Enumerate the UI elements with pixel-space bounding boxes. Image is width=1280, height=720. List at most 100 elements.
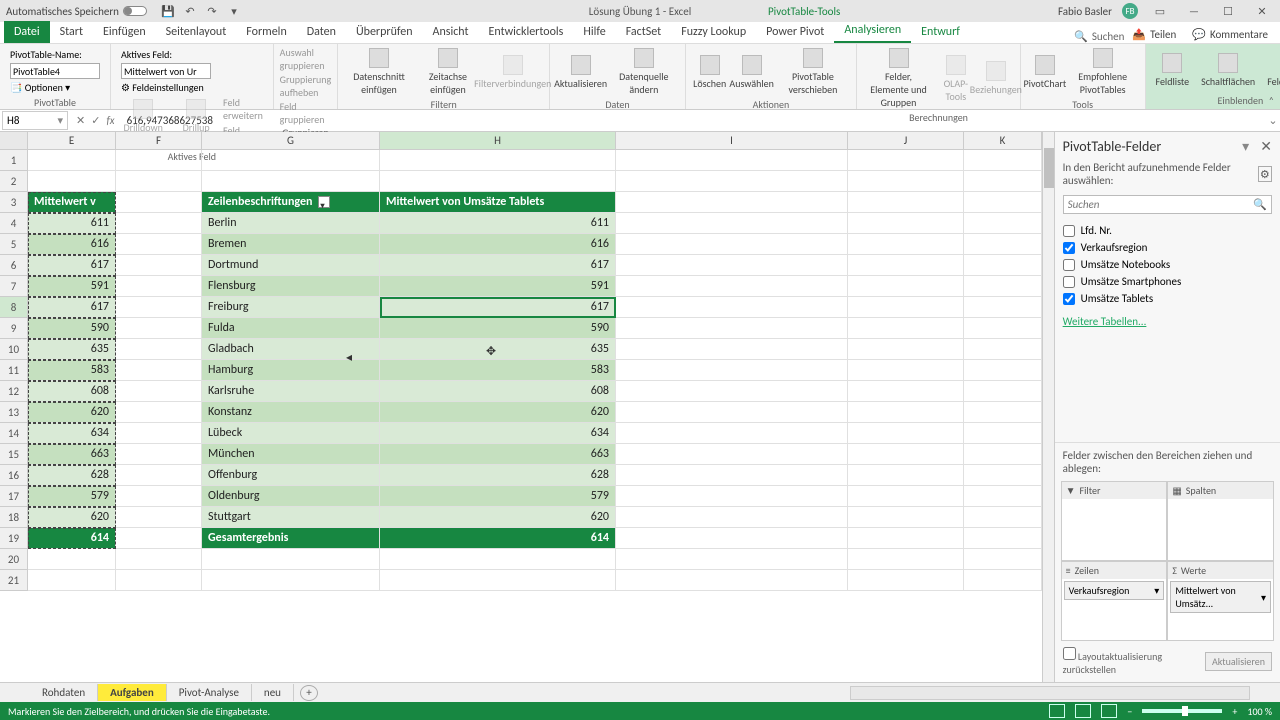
field-verkaufsregion[interactable]: Verkaufsregion [1063,239,1272,256]
vertical-scrollbar[interactable] [1042,132,1054,682]
zoom-out-icon[interactable]: − [1127,705,1132,718]
redo-icon[interactable]: ↷ [205,4,219,18]
change-source-button[interactable]: Datenquelle ändern [609,46,679,98]
tab-power pivot[interactable]: Power Pivot [756,21,834,43]
buttons-toggle[interactable]: Schaltflächen [1197,51,1259,90]
more-tables-link[interactable]: Weitere Tabellen... [1055,311,1280,332]
options-button[interactable]: 📑 Optionen ▾ [10,81,100,94]
name-box-dropdown-icon[interactable]: ▾ [57,114,63,127]
row-header-16[interactable]: 16 [0,465,28,486]
columns-area[interactable]: ▦Spalten [1167,481,1274,561]
column-header-K[interactable]: K [964,132,1042,149]
row-header-19[interactable]: 19 [0,528,28,549]
row-header-2[interactable]: 2 [0,171,28,192]
row-header-4[interactable]: 4 [0,213,28,234]
column-header-J[interactable]: J [848,132,964,149]
row-header-17[interactable]: 17 [0,486,28,507]
column-header-I[interactable]: I [616,132,848,149]
column-header-G[interactable]: G [202,132,380,149]
field-lfd.-nr.[interactable]: Lfd. Nr. [1063,222,1272,239]
ungroup-button[interactable]: Gruppierung aufheben [280,73,332,99]
insert-slicer-button[interactable]: Datenschnitt einfügen [344,46,414,98]
autosave-toggle[interactable] [123,6,147,16]
pivotchart-button[interactable]: PivotChart [1027,53,1063,92]
row-header-10[interactable]: 10 [0,339,28,360]
group-field-button[interactable]: Feld gruppieren [280,100,332,126]
close-icon[interactable]: ✕ [1250,3,1274,19]
tab-analysieren[interactable]: Analysieren [834,19,911,43]
clear-button[interactable]: Löschen [692,53,728,92]
expand-field-button[interactable]: Feld erweitern [223,96,267,122]
row-header-5[interactable]: 5 [0,234,28,255]
maximize-icon[interactable]: ☐ [1216,3,1240,19]
tab-fuzzy lookup[interactable]: Fuzzy Lookup [671,21,756,43]
column-header-F[interactable]: F [116,132,202,149]
row-header-12[interactable]: 12 [0,381,28,402]
tab-entwurf[interactable]: Entwurf [911,21,970,43]
row-header-13[interactable]: 13 [0,402,28,423]
cancel-formula-icon[interactable]: ✕ [76,114,85,127]
row-header-7[interactable]: 7 [0,276,28,297]
comments-button[interactable]: 💬 Kommentare [1184,26,1276,43]
relationships-button[interactable]: Beziehungen [978,59,1014,98]
spreadsheet-grid[interactable]: EFGHIJK 123Mittelwert vZeilenbeschriftun… [0,132,1042,682]
row-header-20[interactable]: 20 [0,549,28,570]
tab-einfügen[interactable]: Einfügen [93,21,156,43]
sheet-tab-neu[interactable]: neu [252,684,294,701]
row-labels-dropdown-icon[interactable] [318,196,330,208]
fieldpanel-gear-icon[interactable]: ⚙ [1258,166,1272,182]
tab-ansicht[interactable]: Ansicht [423,21,479,43]
row-header-14[interactable]: 14 [0,423,28,444]
field-umsätze-notebooks[interactable]: Umsätze Notebooks [1063,256,1272,273]
row-header-3[interactable]: 3 [0,192,28,213]
field-umsätze-smartphones[interactable]: Umsätze Smartphones [1063,273,1272,290]
select-all-corner[interactable] [0,132,28,149]
fieldpanel-close-icon[interactable]: ✕ [1260,138,1272,155]
row-header-18[interactable]: 18 [0,507,28,528]
normal-view-icon[interactable] [1049,704,1065,718]
qat-dropdown-icon[interactable]: ▾ [227,4,241,18]
expand-formula-bar-icon[interactable]: ⌄ [1266,114,1280,127]
sheet-tab-pivot-analyse[interactable]: Pivot-Analyse [167,684,252,701]
rows-area[interactable]: ≡Zeilen Verkaufsregion▾ [1061,561,1168,641]
fx-icon[interactable]: fx [106,114,114,127]
row-header-21[interactable]: 21 [0,570,28,591]
share-button[interactable]: 📤 Teilen [1124,26,1184,43]
filter-area[interactable]: ▼Filter [1061,481,1168,561]
move-pivottable-button[interactable]: PivotTable verschieben [776,46,851,98]
tab-formeln[interactable]: Formeln [236,21,296,43]
user-avatar[interactable]: FB [1122,3,1138,19]
undo-icon[interactable]: ↶ [183,4,197,18]
zoom-slider[interactable] [1142,709,1222,713]
olap-tools-button[interactable]: OLAP-Tools [938,53,974,105]
select-button[interactable]: Auswählen [732,53,772,92]
fieldpanel-search-input[interactable] [1064,196,1250,213]
save-icon[interactable]: 💾 [161,4,175,18]
ribbon-display-icon[interactable]: ▭ [1148,3,1172,19]
zoom-level[interactable]: 100 % [1247,705,1272,718]
filter-connections-button[interactable]: Filterverbindungen [482,53,543,92]
sheet-tab-rohdaten[interactable]: Rohdaten [30,684,98,701]
insert-timeline-button[interactable]: Zeitachse einfügen [418,46,478,98]
page-break-view-icon[interactable] [1101,704,1117,718]
fieldlist-button[interactable]: Feldliste [1152,51,1194,90]
defer-layout-checkbox[interactable]: Layoutaktualisierung zurückstellen [1063,647,1205,676]
fieldpanel-dropdown-icon[interactable]: ▾ [1242,138,1249,155]
tab-seitenlayout[interactable]: Seitenlayout [156,21,237,43]
fields-items-button[interactable]: Felder, Elemente und Gruppen [863,46,934,111]
values-pill[interactable]: Mittelwert von Umsätz...▾ [1170,581,1271,613]
row-header-15[interactable]: 15 [0,444,28,465]
tab-daten[interactable]: Daten [297,21,346,43]
rows-pill[interactable]: Verkaufsregion▾ [1064,581,1165,600]
fieldpanel-search[interactable]: 🔍 [1063,195,1272,214]
refresh-button[interactable]: Aktualisieren [556,53,605,92]
enter-formula-icon[interactable]: ✓ [91,114,100,127]
tab-überprüfen[interactable]: Überprüfen [346,21,423,43]
row-header-11[interactable]: 11 [0,360,28,381]
horizontal-scrollbar[interactable] [850,686,1250,700]
sheet-tab-aufgaben[interactable]: Aufgaben [98,684,167,701]
group-selection-button[interactable]: Auswahl gruppieren [280,46,332,72]
add-sheet-button[interactable]: + [300,685,318,701]
field-settings-button[interactable]: ⚙ Feldeinstellungen [121,81,263,94]
tab-file[interactable]: Datei [4,21,50,43]
